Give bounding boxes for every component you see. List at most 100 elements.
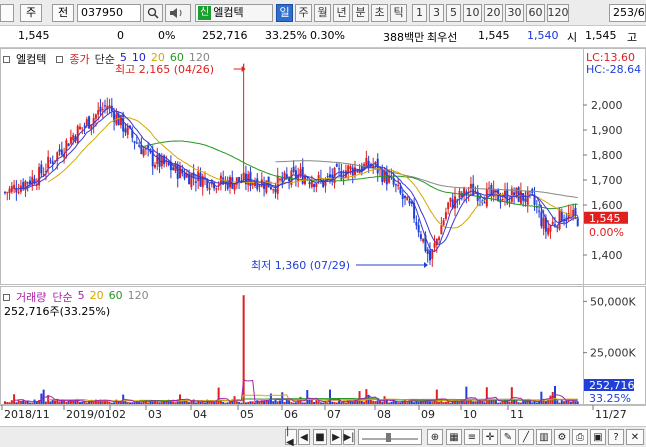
interval-tab[interactable]: 10 [463,4,482,22]
chart-canvas[interactable]: 2,0001,9001,8001,7001,6001,400LC:13.60HC… [0,48,646,426]
interval-tab[interactable]: 5 [446,4,461,22]
checkbox-icon[interactable] [0,4,14,22]
interval-tab[interactable]: 1 [412,4,427,22]
market-code: 주 [25,6,37,19]
print-button[interactable]: ⎙ [572,429,588,445]
help-icon: ? [613,431,619,443]
stop-icon: ■ [315,431,325,443]
turnover-value: 33.25% [265,29,307,42]
line-button[interactable]: ╱ [518,429,534,445]
period-tab[interactable]: 년 [333,4,350,22]
change-pct: 0% [158,29,176,42]
current-price: 1,545 [18,29,50,42]
chart-type-button[interactable]: ▥ [536,429,552,445]
candle-body [524,198,527,202]
volume-bar [431,402,434,404]
draw-button[interactable]: ✎ [500,429,516,445]
stock-code-input[interactable]: 037950 [77,4,141,22]
volume-bar [335,402,338,404]
candle-body [447,202,450,209]
candle-body [81,127,84,129]
x-axis-label: 11 [510,408,524,421]
magnify-button[interactable]: ⊕ [427,429,443,445]
list-button[interactable]: ≡ [464,429,480,445]
period-tab[interactable]: 월 [314,4,331,22]
candle-body [415,222,418,226]
price-legend-item: 120 [188,51,210,64]
interval-tab[interactable]: 30 [505,4,524,22]
interval-tab[interactable]: 20 [484,4,503,22]
period-tab[interactable]: 초 [371,4,388,22]
volume-bar [24,401,27,404]
crosshair-button[interactable]: ✛ [482,429,498,445]
volume-bar [519,402,522,404]
interval-tab[interactable]: 120 [547,4,569,22]
indicator-box-icon[interactable] [56,55,64,63]
prev-button[interactable]: 전 [52,4,74,22]
volume-bar [290,402,293,404]
stock-name-field[interactable]: 신 엘컴텍 [195,4,273,22]
candle-body [315,183,318,187]
top-toolbar: 주 전 037950 신 엘컴텍 일주월년분초틱 1 3 5 10 20 30 60 120 … [0,0,646,26]
search-button[interactable] [143,4,163,22]
volume-bar [360,400,363,404]
candle-body [101,109,104,111]
first-button[interactable]: |◀ [285,426,297,447]
price-panel-name: 엘컴텍 [16,53,47,66]
volume-bar [8,402,11,404]
save-button[interactable]: ▣ [590,429,606,445]
candle-body [556,226,559,228]
volume-bar [399,402,402,404]
candle-body [285,174,288,177]
candle-body [308,182,311,185]
close-chart-button[interactable]: ✕ [626,429,644,445]
grid-button[interactable]: ▦ [446,429,462,445]
market-select[interactable]: 주 [20,4,42,22]
volume-bar [274,399,277,404]
volume-bar [249,401,252,404]
speaker-button[interactable] [165,4,191,22]
volume-bar [426,401,429,404]
last-button[interactable]: ▶| [343,429,355,445]
x-axis-label: 07 [327,408,341,421]
zoom-slider[interactable] [358,429,422,445]
help-button[interactable]: ? [608,429,624,445]
volume-bar [56,400,59,404]
price-legend-item: 20 [150,51,165,64]
prev-page-button[interactable]: ◀ [298,429,310,445]
period-tab[interactable]: 분 [352,4,369,22]
period-tab[interactable]: 주 [295,4,312,22]
candle-body [279,178,281,180]
candle-body [417,224,420,233]
volume-box-icon[interactable] [3,293,10,301]
volume-bar [4,401,6,404]
magnify-icon: ⊕ [430,431,440,443]
candle-body [422,238,425,242]
stock-chart[interactable]: 2,000 1,900 1,800 1,700 1,600 1,400 LC:13.60 HC… [0,48,646,426]
volume-bar [469,400,472,404]
candle-body [124,128,127,133]
period-tab[interactable]: 일 [276,4,293,22]
x-axis-label: 10 [463,408,477,421]
period-tab[interactable]: 틱 [390,4,407,22]
volume-bar [126,402,129,404]
interval-tab[interactable]: 60 [526,4,545,22]
interval-tab[interactable]: 3 [429,4,444,22]
volume-tag: 252,716 [589,379,635,392]
x-axis-label: 04 [193,408,207,421]
volume-bar [497,402,500,404]
volume-bar [481,401,484,404]
grid-icon: ▦ [449,431,459,443]
stop-button[interactable]: ■ [313,429,327,445]
volume-bar [222,401,225,404]
volume-bar [13,394,16,404]
volume-bar [304,402,306,404]
panel-box-icon[interactable] [3,55,10,63]
volume-bar [333,402,336,404]
ratio-value: 0.30% [310,29,345,42]
volume-bar [494,400,497,404]
slider-track-icon [362,433,418,442]
settings-button[interactable]: ⚙ [554,429,570,445]
next-page-button[interactable]: ▶ [330,429,342,445]
count-input[interactable]: 253/6 [609,4,646,22]
